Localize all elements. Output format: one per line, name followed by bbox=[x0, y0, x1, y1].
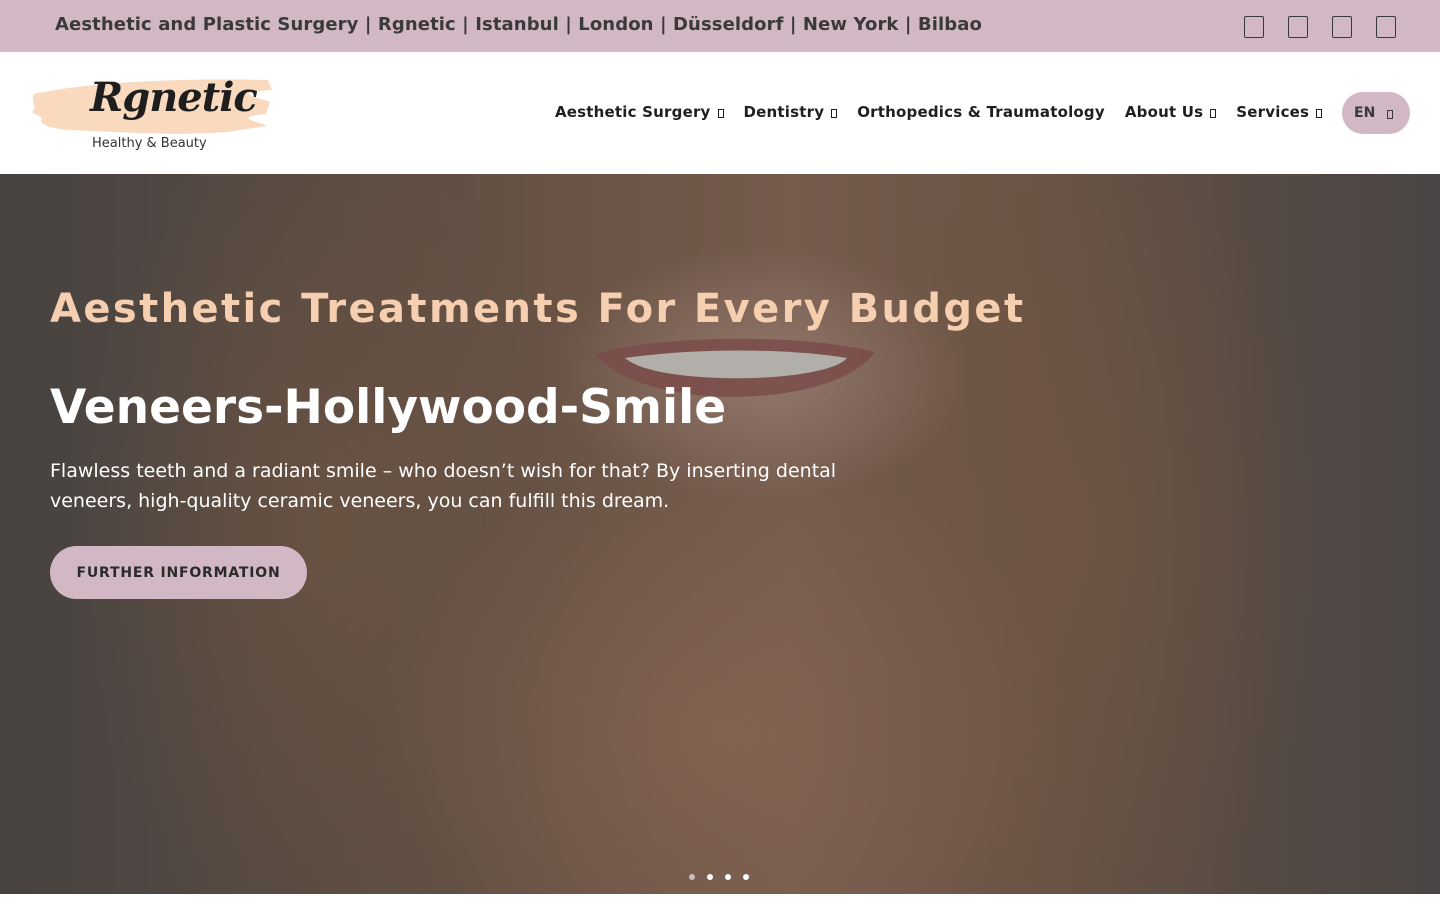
nav-item-about-us[interactable]: About Us bbox=[1124, 103, 1217, 121]
hero-overlay bbox=[0, 174, 1440, 894]
social-icon-1[interactable] bbox=[1244, 16, 1264, 38]
social-icons bbox=[1244, 16, 1396, 38]
logo[interactable]: Rgnetic Healthy & Beauty bbox=[28, 72, 278, 158]
logo-tagline: Healthy & Beauty bbox=[92, 136, 207, 151]
chevron-down-icon bbox=[717, 108, 724, 118]
hero-description: Flawless teeth and a radiant smile – who… bbox=[50, 460, 837, 512]
chevron-down-icon bbox=[831, 108, 838, 118]
nav-label: Orthopedics & Traumatology bbox=[857, 103, 1105, 121]
button-label: FURTHER INFORMATION bbox=[76, 564, 281, 581]
nav-label: About Us bbox=[1124, 103, 1204, 121]
hero-title: Veneers-Hollywood-Smile bbox=[50, 380, 727, 435]
slider-dot-3[interactable] bbox=[725, 874, 731, 880]
main-nav: Aesthetic Surgery Dentistry Orthopedics … bbox=[555, 103, 1323, 121]
language-selector[interactable]: EN bbox=[1342, 92, 1410, 134]
topbar-title: Aesthetic and Plastic Surgery | Rgnetic … bbox=[55, 14, 982, 35]
hero-slider: Aesthetic Treatments For Every Budget Ve… bbox=[0, 174, 1440, 894]
slider-dot-2[interactable] bbox=[707, 874, 713, 880]
logo-name: Rgnetic bbox=[90, 74, 258, 121]
hero-eyebrow: Aesthetic Treatments For Every Budget bbox=[50, 286, 1026, 332]
nav-item-services[interactable]: Services bbox=[1236, 103, 1323, 121]
nav-label: Aesthetic Surgery bbox=[555, 103, 711, 121]
nav-item-aesthetic-surgery[interactable]: Aesthetic Surgery bbox=[555, 103, 724, 121]
site-header: Rgnetic Healthy & Beauty Aesthetic Surge… bbox=[0, 52, 1440, 174]
nav-item-orthopedics[interactable]: Orthopedics & Traumatology bbox=[857, 103, 1105, 121]
chevron-down-icon bbox=[1316, 108, 1323, 118]
slider-dots bbox=[689, 874, 749, 880]
chevron-down-icon bbox=[1387, 109, 1394, 119]
nav-label: Dentistry bbox=[743, 103, 825, 121]
language-label: EN bbox=[1354, 105, 1376, 121]
nav-label: Services bbox=[1236, 103, 1310, 121]
slider-dot-1[interactable] bbox=[689, 874, 695, 880]
top-bar: Aesthetic and Plastic Surgery | Rgnetic … bbox=[0, 0, 1440, 52]
nav-item-dentistry[interactable]: Dentistry bbox=[744, 103, 838, 121]
chevron-down-icon bbox=[1210, 108, 1217, 118]
social-icon-4[interactable] bbox=[1376, 16, 1396, 38]
social-icon-2[interactable] bbox=[1288, 16, 1308, 38]
slider-dot-4[interactable] bbox=[743, 874, 749, 880]
social-icon-3[interactable] bbox=[1332, 16, 1352, 38]
further-information-button[interactable]: FURTHER INFORMATION bbox=[50, 546, 307, 599]
